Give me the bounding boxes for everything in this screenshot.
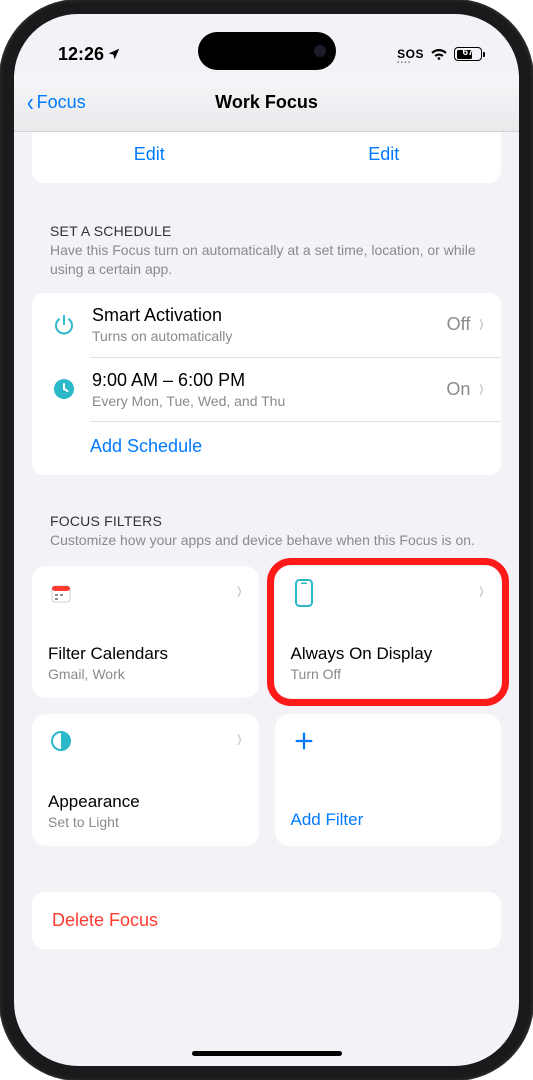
chevron-right-icon: › <box>479 373 484 405</box>
plus-icon <box>291 728 317 754</box>
filter-calendars-tile[interactable]: › Filter Calendars Gmail, Work <box>32 566 259 698</box>
row-trail-value: Off <box>447 314 471 335</box>
power-icon <box>48 313 80 337</box>
top-edit-card: Edit Edit <box>32 132 501 183</box>
edit-right-button[interactable]: Edit <box>267 144 502 165</box>
filters-header-desc: Customize how your apps and device behav… <box>50 531 483 550</box>
schedule-header-title: SET A SCHEDULE <box>50 223 483 239</box>
add-schedule-button[interactable]: Add Schedule <box>32 422 501 475</box>
edit-left-button[interactable]: Edit <box>32 144 267 165</box>
back-button[interactable]: ‹ Focus <box>26 91 86 115</box>
sos-indicator: SOS <box>397 47 424 61</box>
filters-header-title: FOCUS FILTERS <box>50 513 483 529</box>
appearance-tile[interactable]: › Appearance Set to Light <box>32 714 259 846</box>
delete-label: Delete Focus <box>52 910 481 931</box>
always-on-display-tile[interactable]: › Always On Display Turn Off <box>275 566 502 698</box>
row-sub: Every Mon, Tue, Wed, and Thu <box>92 393 446 409</box>
wifi-icon <box>430 47 448 61</box>
contrast-icon <box>48 728 74 754</box>
schedule-section-header: SET A SCHEDULE Have this Focus turn on a… <box>32 223 501 285</box>
tile-title: Filter Calendars <box>48 644 243 664</box>
chevron-right-icon: › <box>479 309 484 341</box>
row-title: Smart Activation <box>92 305 447 326</box>
tile-sub: Gmail, Work <box>48 666 243 682</box>
row-trail-value: On <box>446 379 470 400</box>
tile-title: Always On Display <box>291 644 486 664</box>
clock-icon <box>48 377 80 401</box>
schedule-card: Smart Activation Turns on automatically … <box>32 293 501 475</box>
row-sub: Turns on automatically <box>92 328 447 344</box>
status-time: 12:26 <box>58 44 104 65</box>
calendar-icon <box>48 580 74 606</box>
chevron-right-icon: › <box>237 723 242 755</box>
tile-title: Appearance <box>48 792 243 812</box>
location-icon <box>107 47 121 61</box>
device-frame: 12:26 SOS 67 ‹ Focus Work F <box>0 0 533 1080</box>
chevron-left-icon: ‹ <box>27 89 34 115</box>
time-schedule-row[interactable]: 9:00 AM – 6:00 PM Every Mon, Tue, Wed, a… <box>32 357 501 421</box>
delete-focus-button[interactable]: Delete Focus <box>32 892 501 949</box>
phone-icon <box>291 580 317 606</box>
chevron-right-icon: › <box>237 575 242 607</box>
add-filter-tile[interactable]: Add Filter <box>275 714 502 846</box>
chevron-right-icon: › <box>479 575 484 607</box>
tile-sub: Turn Off <box>291 666 486 682</box>
battery-indicator: 67 <box>454 47 485 61</box>
tile-sub: Set to Light <box>48 814 243 830</box>
smart-activation-row[interactable]: Smart Activation Turns on automatically … <box>32 293 501 357</box>
home-indicator[interactable] <box>192 1051 342 1056</box>
page-title: Work Focus <box>26 92 507 113</box>
nav-bar: ‹ Focus Work Focus <box>14 74 519 132</box>
dynamic-island <box>198 32 336 70</box>
row-title: 9:00 AM – 6:00 PM <box>92 370 446 391</box>
filters-section-header: FOCUS FILTERS Customize how your apps an… <box>32 513 501 556</box>
tile-title: Add Filter <box>291 810 486 830</box>
schedule-header-desc: Have this Focus turn on automatically at… <box>50 241 483 279</box>
back-label: Focus <box>37 92 86 113</box>
